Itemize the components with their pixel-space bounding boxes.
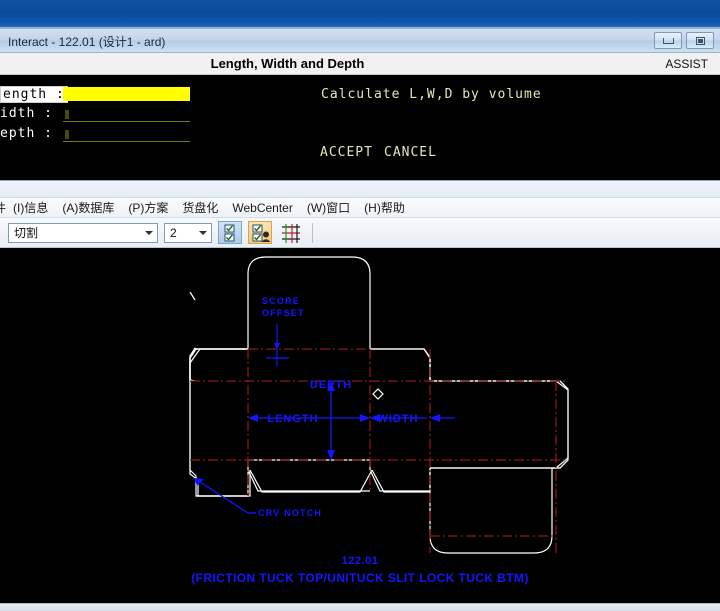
- score-lines: [190, 349, 568, 553]
- width-label: WIDTH: [377, 413, 418, 425]
- menu-item-scheme[interactable]: (P)方案: [121, 198, 175, 217]
- menu-item-info[interactable]: (I)信息: [6, 198, 55, 217]
- menu-item-webcenter[interactable]: WebCenter: [225, 200, 299, 216]
- window-bottom-edge: [0, 603, 720, 611]
- depth-field-row: epth :: [0, 126, 260, 142]
- depth-caret: [65, 130, 69, 139]
- width-field-row: idth :: [0, 106, 260, 122]
- depth-input[interactable]: [63, 128, 190, 142]
- restore-icon: [696, 37, 705, 45]
- menu-bar: 件 (I)信息 (A)数据库 (P)方案 货盘化 WebCenter (W)窗口…: [0, 198, 720, 218]
- cut-lines: [190, 257, 568, 553]
- width-input[interactable]: [63, 108, 190, 122]
- crv-notch-label: CRV NOTCH: [258, 508, 322, 518]
- minimize-icon: [663, 38, 674, 44]
- toolbar-separator: [312, 223, 313, 243]
- menu-item-palletization[interactable]: 货盘化: [175, 198, 225, 217]
- score-offset-leader: [266, 324, 289, 366]
- dieline-code: 122.01: [342, 555, 379, 567]
- menu-item-database[interactable]: (A)数据库: [55, 198, 121, 217]
- cancel-button[interactable]: CANCEL: [384, 145, 437, 160]
- toolbar: 切割 2: [0, 218, 720, 248]
- carton-dieline-drawing: SCORE OFFSET DEPTH: [0, 248, 720, 603]
- dieline-canvas[interactable]: SCORE OFFSET DEPTH: [0, 248, 720, 603]
- application-window: Interact - 122.01 (设计1 - ard) Length, Wi…: [0, 0, 720, 611]
- window-title: Interact - 122.01 (设计1 - ard): [8, 33, 165, 50]
- score-offset-label-line1: SCORE: [262, 296, 300, 306]
- window-title-bar: Interact - 122.01 (设计1 - ard): [0, 29, 720, 53]
- desktop-background-band: [0, 0, 720, 29]
- grid-layout-icon[interactable]: [278, 221, 302, 244]
- calculate-by-volume-option[interactable]: Calculate L,W,D by volume: [321, 87, 542, 102]
- cut-mode-select[interactable]: 切割: [8, 223, 158, 243]
- length-field-row: ength :: [0, 86, 260, 102]
- lwd-dialog: ength : idth : epth : Calculate L,W,D by…: [0, 75, 720, 180]
- length-input[interactable]: [63, 87, 190, 101]
- panel-divider: [0, 180, 720, 198]
- score-offset-label-line2: OFFSET: [262, 308, 305, 318]
- assist-label[interactable]: ASSIST: [665, 57, 708, 71]
- window-controls: [654, 32, 714, 49]
- menu-item-help[interactable]: (H)帮助: [357, 198, 412, 217]
- origin-marker-icon: [373, 389, 383, 399]
- length-label: LENGTH: [267, 413, 318, 425]
- count-select[interactable]: 2: [164, 223, 212, 243]
- width-field-label: idth :: [0, 106, 53, 121]
- dialog-title: Length, Width and Depth: [0, 56, 720, 71]
- length-field-label: ength :: [0, 86, 68, 103]
- checklist-user-icon[interactable]: [248, 221, 272, 244]
- dimension-annotations: SCORE OFFSET DEPTH: [194, 296, 455, 518]
- minimize-button[interactable]: [654, 32, 682, 49]
- dialog-header-band: Length, Width and Depth ASSIST: [0, 53, 720, 75]
- count-value: 2: [170, 226, 177, 240]
- menu-item-window[interactable]: (W)窗口: [300, 198, 357, 217]
- restore-button[interactable]: [686, 32, 714, 49]
- accept-button[interactable]: ACCEPT: [320, 145, 373, 160]
- depth-dimension-arrow: [327, 381, 335, 460]
- depth-field-label: epth :: [0, 126, 53, 141]
- checklist-blue-icon[interactable]: [218, 221, 242, 244]
- width-caret: [65, 110, 69, 119]
- cut-mode-value: 切割: [14, 224, 38, 241]
- chevron-down-icon: [145, 231, 153, 235]
- depth-label: DEPTH: [310, 379, 352, 391]
- chevron-down-icon: [199, 231, 207, 235]
- dieline-description: (FRICTION TUCK TOP/UNITUCK SLIT LOCK TUC…: [191, 571, 528, 585]
